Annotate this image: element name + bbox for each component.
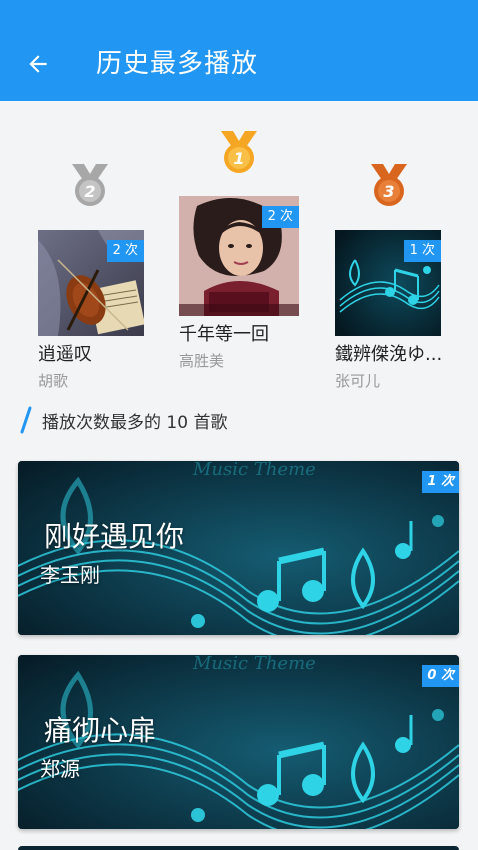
song-title: 逍遥叹 (38, 344, 92, 365)
play-count-badge: 1 次 (403, 240, 441, 262)
artist-name: 胡歌 (38, 372, 69, 390)
silver-medal-icon: 2 (72, 164, 108, 206)
play-count-badge: 2 次 (261, 206, 299, 228)
section-title-text: 播放次数最多的 10 首歌 (42, 412, 228, 433)
play-count-badge: 1 次 (422, 471, 459, 493)
song-title: 千年等一回 (179, 324, 269, 345)
song-title: 刚好遇见你 (44, 520, 185, 553)
song-card[interactable]: Music Theme 0 次 痛彻心扉 郑源 (18, 655, 459, 829)
bronze-medal-icon: 3 (371, 164, 407, 206)
artist-name: 李玉刚 (40, 563, 100, 587)
section-title: 播放次数最多的 10 首歌 (18, 405, 227, 435)
svg-text:Music Theme: Music Theme (192, 461, 316, 480)
song-card[interactable]: Music Theme 1 次 刚好遇见你 李玉刚 (18, 461, 459, 635)
play-count-badge: 0 次 (422, 665, 459, 687)
album-cover: 2 次 (38, 230, 144, 336)
podium-item-second[interactable]: 2 次 逍遥叹 胡歌 (38, 230, 146, 391)
section-slash-icon (20, 406, 32, 434)
album-cover: 2 次 (179, 196, 299, 316)
svg-text:2: 2 (84, 182, 95, 201)
svg-text:3: 3 (383, 182, 394, 201)
podium-item-first[interactable]: 2 次 千年等一回 高胜美 (179, 196, 299, 371)
next-card-edge (18, 846, 459, 850)
artist-name: 高胜美 (179, 352, 225, 370)
svg-text:Music Theme: Music Theme (192, 655, 316, 674)
play-count-badge: 2 次 (106, 240, 144, 262)
song-title: 痛彻心扉 (44, 714, 157, 747)
svg-text:1: 1 (233, 149, 244, 168)
podium-item-third[interactable]: 1 次 鐵辨傑浼ゆ... 张可儿 (335, 230, 443, 391)
album-cover: 1 次 (335, 230, 441, 336)
artist-name: 郑源 (40, 757, 80, 781)
artist-name: 张可儿 (335, 372, 381, 390)
gold-medal-icon: 1 (221, 131, 257, 173)
song-title: 鐵辨傑浼ゆ... (335, 344, 443, 365)
top-three-podium: 2 1 3 2 次 逍遥叹 胡歌 2 次 千年等一回 高胜美 1 次 鐵辨傑浼ゆ… (0, 0, 478, 400)
